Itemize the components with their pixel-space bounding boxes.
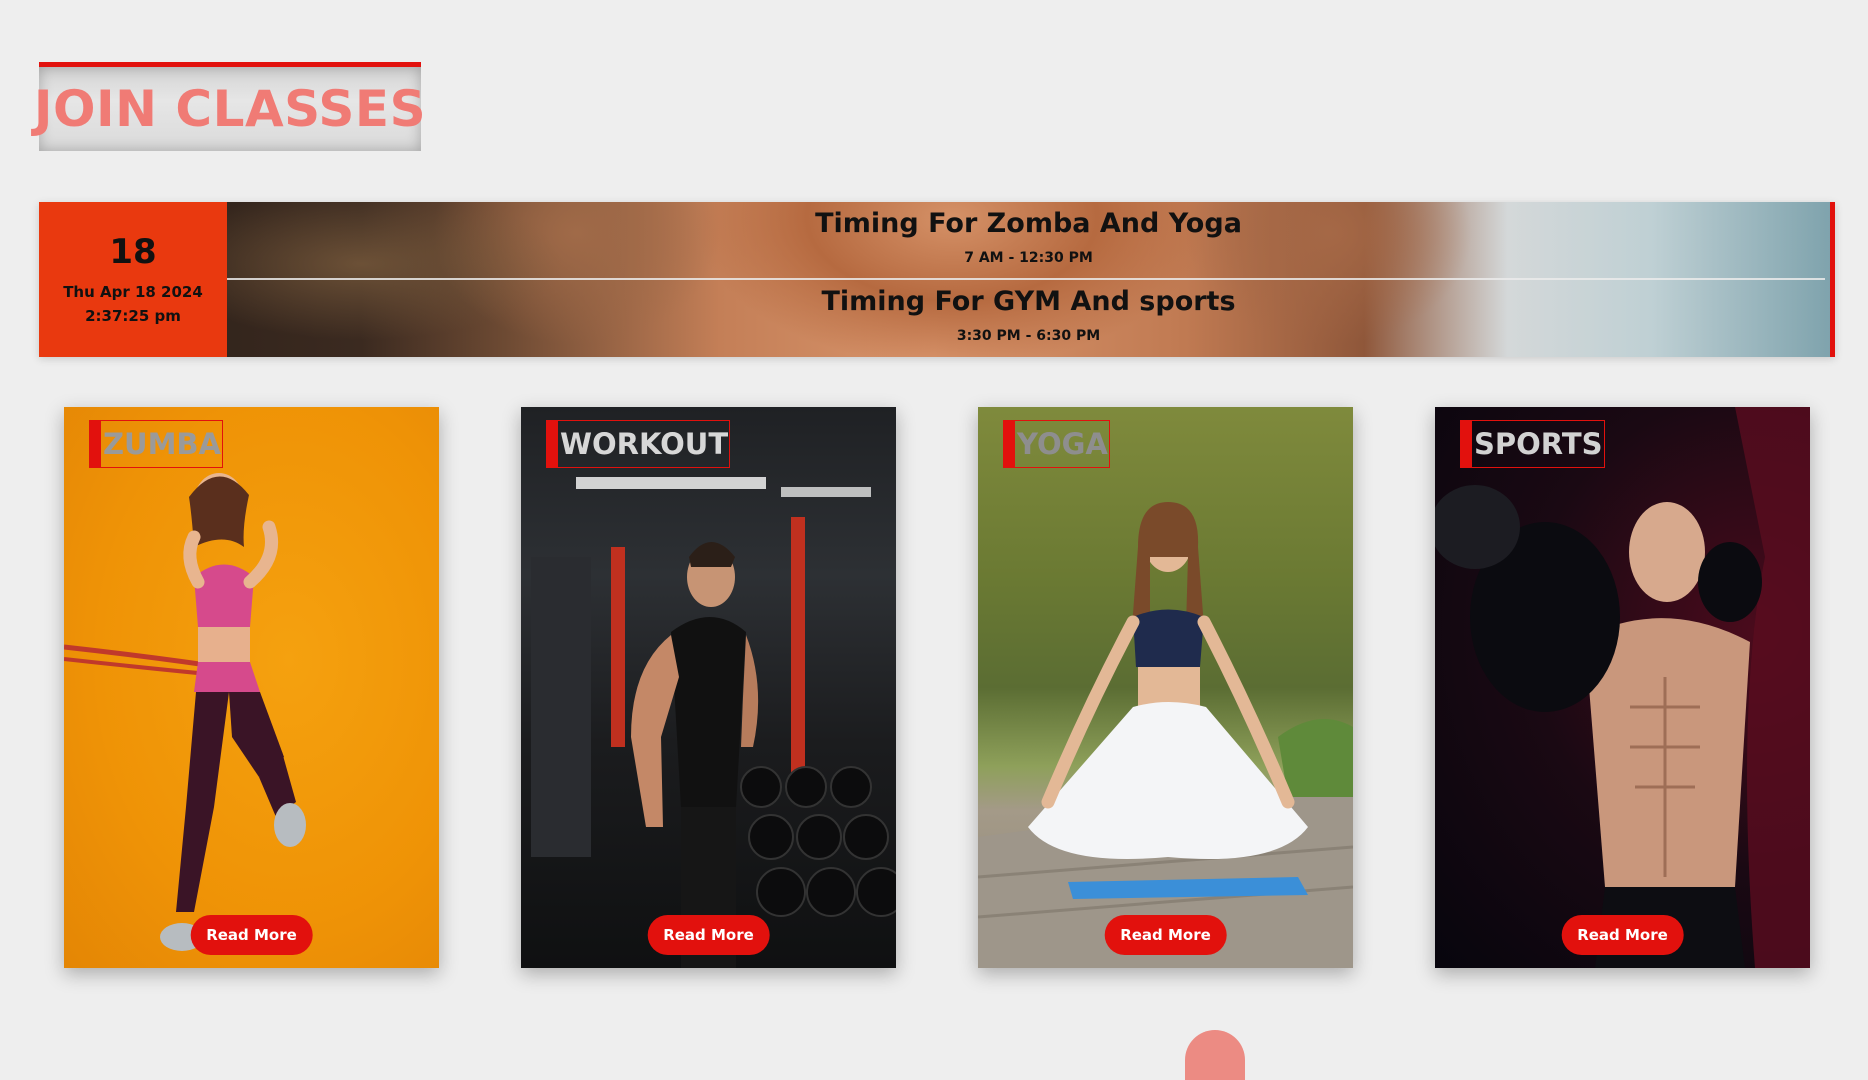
class-label: SPORTS: [1460, 420, 1605, 468]
class-label: YOGA: [1003, 420, 1110, 468]
section-title-text: JOIN CLASSES: [33, 80, 427, 138]
class-card-zumba: ZUMBA Read More: [64, 407, 439, 968]
yoga-woman-illustration: [978, 502, 1353, 968]
timing-schedule-zumba-yoga: Timing For Zomba And Yoga 7 AM - 12:30 P…: [227, 204, 1830, 266]
read-more-button[interactable]: Read More: [647, 915, 770, 955]
date-day: 18: [109, 231, 157, 272]
floating-decoration: [1185, 1030, 1245, 1080]
timing-schedule-title: Timing For GYM And sports: [821, 286, 1236, 317]
class-card-yoga: YOGA Read More: [978, 407, 1353, 968]
zumba-photo: [64, 407, 439, 968]
timing-schedule-gym-sports: Timing For GYM And sports 3:30 PM - 6:30…: [227, 282, 1830, 344]
sports-photo: [1435, 407, 1810, 968]
timing-schedule-hours: 3:30 PM - 6:30 PM: [956, 328, 1101, 344]
boxer-illustration: [1435, 407, 1810, 968]
workout-photo: [521, 407, 896, 968]
date-block: 18 Thu Apr 18 2024 2:37:25 pm: [39, 202, 227, 357]
read-more-button[interactable]: Read More: [1104, 915, 1227, 955]
gym-athlete-illustration: [531, 477, 896, 968]
timing-schedule-hours: 7 AM - 12:30 PM: [964, 250, 1093, 266]
class-label: WORKOUT: [546, 420, 731, 468]
timing-schedule-title: Timing For Zomba And Yoga: [815, 208, 1242, 239]
full-date: Thu Apr 18 2024: [63, 282, 203, 301]
class-card-workout: WORKOUT Read More: [521, 407, 896, 968]
section-title: JOIN CLASSES: [34, 62, 426, 151]
timing-divider: [227, 278, 1825, 280]
current-time: 2:37:25 pm: [85, 306, 181, 325]
read-more-button[interactable]: Read More: [190, 915, 313, 955]
read-more-button[interactable]: Read More: [1561, 915, 1684, 955]
yoga-photo: [978, 407, 1353, 968]
zumba-woman-illustration: [64, 473, 306, 951]
class-card-sports: SPORTS Read More: [1435, 407, 1810, 968]
class-label: ZUMBA: [89, 420, 223, 468]
timing-banner: 18 Thu Apr 18 2024 2:37:25 pm Timing For…: [39, 202, 1835, 357]
